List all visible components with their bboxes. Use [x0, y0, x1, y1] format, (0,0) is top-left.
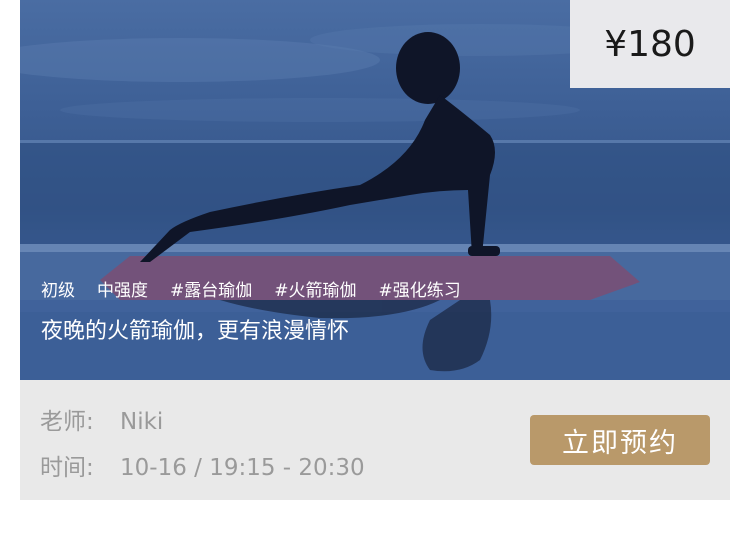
tag-terrace-yoga: #露台瑜伽 [170, 281, 253, 301]
price-badge: ¥180 [570, 0, 730, 88]
teacher-row: 老师: Niki [40, 402, 163, 436]
tag-list: 初级 中强度 #露台瑜伽 #火箭瑜伽 #强化练习 [41, 276, 461, 301]
time-value: 10-16 / 19:15 - 20:30 [120, 455, 365, 481]
tag-level: 初级 [41, 281, 75, 301]
tag-rocket-yoga: #火箭瑜伽 [274, 281, 357, 301]
tag-intensity: 中强度 [97, 281, 148, 301]
tag-strengthening: #强化练习 [378, 281, 461, 301]
teacher-label: 老师: [40, 409, 94, 435]
time-row: 时间: 10-16 / 19:15 - 20:30 [40, 448, 365, 482]
course-subtitle: 夜晚的火箭瑜伽，更有浪漫情怀 [41, 319, 350, 344]
book-now-button[interactable]: 立即预约 [530, 415, 710, 465]
price-text: ¥180 [604, 23, 696, 65]
course-info-panel: 老师: Niki 时间: 10-16 / 19:15 - 20:30 立即预约 [20, 380, 730, 500]
time-label: 时间: [40, 455, 94, 481]
course-hero-image[interactable]: ¥180 初级 中强度 #露台瑜伽 #火箭瑜伽 #强化练习 夜晚的火箭瑜伽，更有… [20, 0, 730, 380]
course-card[interactable]: ¥180 初级 中强度 #露台瑜伽 #火箭瑜伽 #强化练习 夜晚的火箭瑜伽，更有… [20, 0, 730, 500]
teacher-name: Niki [120, 409, 164, 435]
